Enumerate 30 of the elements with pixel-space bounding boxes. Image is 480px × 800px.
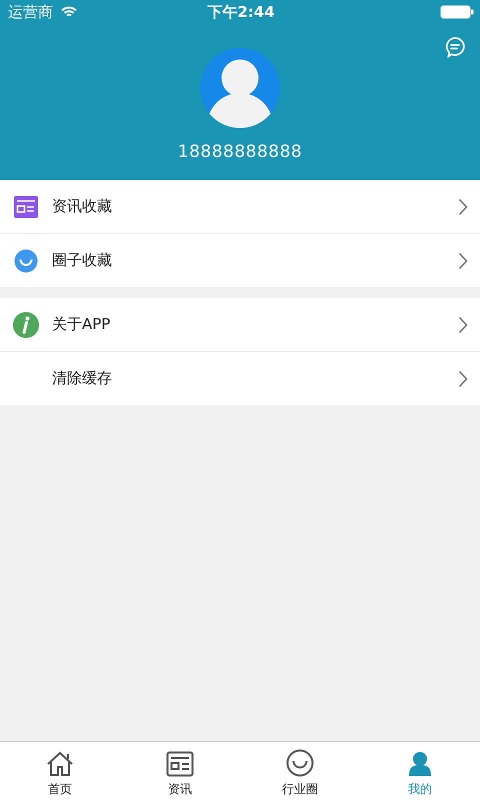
chevron-icon <box>458 198 468 216</box>
wifi-icon <box>61 6 77 18</box>
menu-label: 清除缓存 <box>52 369 113 388</box>
tab[interactable]: 资讯 <box>120 742 240 800</box>
menu-label: 资讯收藏 <box>52 197 113 216</box>
menu-item[interactable]: 关于APP <box>0 298 480 352</box>
info-icon <box>12 310 40 338</box>
news-icon <box>13 194 39 220</box>
chevron-icon <box>458 252 468 270</box>
menu-label: 关于APP <box>52 315 112 334</box>
menu-item[interactable]: 资讯收藏 <box>0 180 480 234</box>
menu-item[interactable]: 圈子收藏 <box>0 234 480 287</box>
tab[interactable]: 首页 <box>0 742 120 800</box>
smile-icon <box>286 749 314 777</box>
tab[interactable]: 我的 <box>360 742 480 800</box>
phone-number: 18888888888 <box>178 142 302 162</box>
home-icon <box>45 751 75 777</box>
menu-label: 圈子收藏 <box>52 251 113 270</box>
chevron-icon <box>458 370 468 388</box>
smile-icon <box>13 248 39 274</box>
avatar-icon[interactable] <box>200 48 280 128</box>
chevron-icon <box>458 316 468 334</box>
tab[interactable]: 行业圈 <box>240 742 360 800</box>
status-time: 下午2:44 <box>207 2 275 22</box>
news-icon <box>166 751 194 777</box>
menu-item[interactable]: 清除缓存 <box>0 352 480 405</box>
battery-icon <box>440 5 474 19</box>
carrier-name: 运营商 <box>8 2 53 22</box>
message-icon[interactable] <box>444 36 466 58</box>
person-icon <box>408 751 432 777</box>
